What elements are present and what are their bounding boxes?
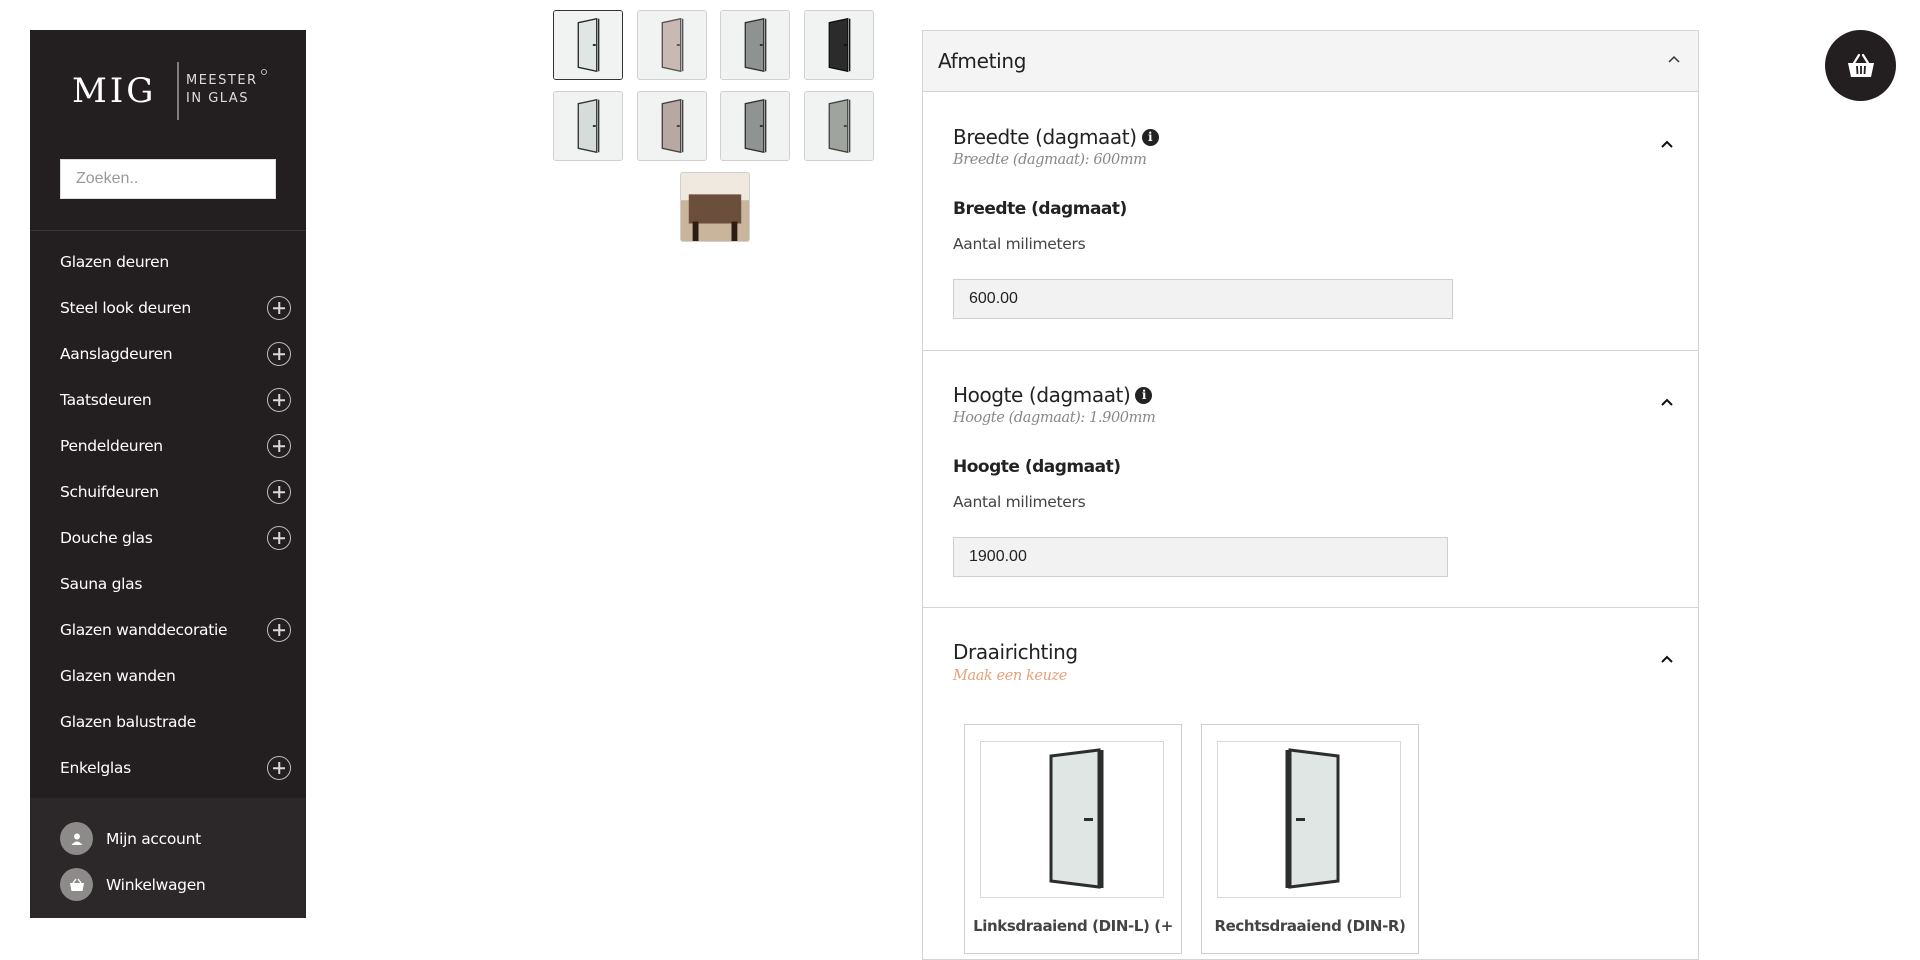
expand-plus-icon[interactable] xyxy=(267,480,291,504)
logo-line1: MEESTER xyxy=(186,73,258,88)
choice-label: Linksdraaiend (DIN-L) (+ xyxy=(973,917,1173,935)
expand-plus-icon[interactable] xyxy=(267,618,291,642)
width-field-hint: Aantal milimeters xyxy=(953,235,1086,253)
info-icon[interactable]: i xyxy=(1141,128,1159,146)
basket-button[interactable] xyxy=(1825,30,1896,101)
afmeting-header[interactable]: Afmeting xyxy=(923,31,1698,92)
search-input[interactable] xyxy=(60,159,276,199)
width-input[interactable] xyxy=(953,279,1453,319)
sidebar-item-label: Glazen wanden xyxy=(60,667,176,685)
width-field-label: Breedte (dagmaat) xyxy=(953,199,1127,219)
direction-option-prompt: Maak een keuze xyxy=(953,668,1067,684)
panel-title: Afmeting xyxy=(938,49,1027,73)
logo-line2: IN GLAS xyxy=(186,91,249,106)
sidebar-item-label: Steel look deuren xyxy=(60,299,191,317)
expand-plus-icon[interactable] xyxy=(267,756,291,780)
height-option-header[interactable]: Hoogte (dagmaat) i xyxy=(953,383,1153,407)
basket-icon xyxy=(1847,53,1874,77)
door-right-image xyxy=(1217,741,1401,898)
mig-logo[interactable]: MIG MEESTER IN GLAS xyxy=(72,60,272,122)
gallery-thumbnail[interactable] xyxy=(720,91,790,161)
sidebar-item-label: Glazen balustrade xyxy=(60,713,197,731)
my-account-label: Mijn account xyxy=(106,829,201,848)
expand-plus-icon[interactable] xyxy=(267,296,291,320)
gallery-thumbnail[interactable] xyxy=(720,10,790,80)
logo-mark: MIG xyxy=(72,71,156,111)
user-icon xyxy=(60,822,93,855)
sidebar-item-label: Enkelglas xyxy=(60,759,131,777)
gallery-thumbnail[interactable] xyxy=(637,91,707,161)
gallery-thumbnail[interactable] xyxy=(637,10,707,80)
account-area: Mijn account Winkelwagen xyxy=(30,798,306,918)
chevron-up-icon[interactable] xyxy=(1667,52,1681,66)
height-input[interactable] xyxy=(953,537,1448,577)
sidebar-item-label: Douche glas xyxy=(60,529,153,547)
sidebar-item-taatsdeuren[interactable]: Taatsdeuren xyxy=(30,377,306,423)
sidebar-item-pendeldeuren[interactable]: Pendeldeuren xyxy=(30,423,306,469)
section-divider xyxy=(923,607,1698,608)
width-option-summary: Breedte (dagmaat): 600mm xyxy=(953,152,1147,168)
direction-option-header[interactable]: Draairichting xyxy=(953,640,1078,664)
section-divider xyxy=(923,350,1698,351)
basket-icon xyxy=(60,868,93,901)
choice-label: Rechtsdraaiend (DIN-R) xyxy=(1214,917,1406,935)
expand-plus-icon[interactable] xyxy=(267,388,291,412)
height-option-title: Hoogte (dagmaat) xyxy=(953,383,1131,407)
chevron-up-icon[interactable] xyxy=(1660,395,1674,409)
cart-label: Winkelwagen xyxy=(106,875,206,894)
options-panel: Afmeting Breedte (dagmaat) i Breedte (da… xyxy=(922,30,1699,960)
choice-left-hand[interactable]: Linksdraaiend (DIN-L) (+ xyxy=(964,724,1182,954)
sidebar-nav: Glazen deuren Steel look deuren Aanslagdeu… xyxy=(30,239,306,791)
sidebar-item-label: Schuifdeuren xyxy=(60,483,159,501)
sidebar-divider xyxy=(30,230,306,231)
expand-plus-icon[interactable] xyxy=(267,526,291,550)
height-field-hint: Aantal milimeters xyxy=(953,493,1086,511)
my-account-link[interactable]: Mijn account xyxy=(60,822,201,855)
info-icon[interactable]: i xyxy=(1135,386,1153,404)
direction-option-title: Draairichting xyxy=(953,640,1078,664)
gallery-thumbnail[interactable] xyxy=(804,91,874,161)
sidebar-item-schuifdeuren[interactable]: Schuifdeuren xyxy=(30,469,306,515)
sidebar-item-label: Glazen wanddecoratie xyxy=(60,621,228,639)
door-left-image xyxy=(980,741,1164,898)
expand-plus-icon[interactable] xyxy=(267,342,291,366)
sidebar-item-sauna-glas[interactable]: Sauna glas xyxy=(30,561,306,607)
height-option-summary: Hoogte (dagmaat): 1.900mm xyxy=(953,410,1156,426)
chevron-up-icon[interactable] xyxy=(1660,652,1674,666)
sidebar-item-glazen-wanddecoratie[interactable]: Glazen wanddecoratie xyxy=(30,607,306,653)
sidebar-item-label: Taatsdeuren xyxy=(60,391,152,409)
gallery-thumbnail[interactable] xyxy=(804,10,874,80)
sidebar-item-glazen-balustrade[interactable]: Glazen balustrade xyxy=(30,699,306,745)
width-option-header[interactable]: Breedte (dagmaat) i xyxy=(953,125,1159,149)
sidebar-item-label: Pendeldeuren xyxy=(60,437,163,455)
expand-plus-icon[interactable] xyxy=(267,434,291,458)
sidebar-item-enkelglas[interactable]: Enkelglas xyxy=(30,745,306,791)
sidebar-item-aanslagdeuren[interactable]: Aanslagdeuren xyxy=(30,331,306,377)
sidebar-item-steel-look-deuren[interactable]: Steel look deuren xyxy=(30,285,306,331)
sidebar: MIG MEESTER IN GLAS Glazen deuren Steel l… xyxy=(30,30,306,918)
sidebar-item-douche-glas[interactable]: Douche glas xyxy=(30,515,306,561)
width-option-title: Breedte (dagmaat) xyxy=(953,125,1137,149)
cart-link[interactable]: Winkelwagen xyxy=(60,868,206,901)
sidebar-item-label: Sauna glas xyxy=(60,575,143,593)
gallery-thumbnail[interactable] xyxy=(553,10,623,80)
chevron-up-icon[interactable] xyxy=(1660,137,1674,151)
sidebar-item-glazen-wanden[interactable]: Glazen wanden xyxy=(30,653,306,699)
sidebar-item-glazen-deuren[interactable]: Glazen deuren xyxy=(30,239,306,285)
sidebar-item-label: Aanslagdeuren xyxy=(60,345,173,363)
gallery-thumbnail[interactable] xyxy=(680,172,750,242)
height-field-label: Hoogte (dagmaat) xyxy=(953,457,1121,477)
sidebar-item-label: Glazen deuren xyxy=(60,253,169,271)
choice-right-hand[interactable]: Rechtsdraaiend (DIN-R) xyxy=(1201,724,1419,954)
gallery-thumbnail[interactable] xyxy=(553,91,623,161)
